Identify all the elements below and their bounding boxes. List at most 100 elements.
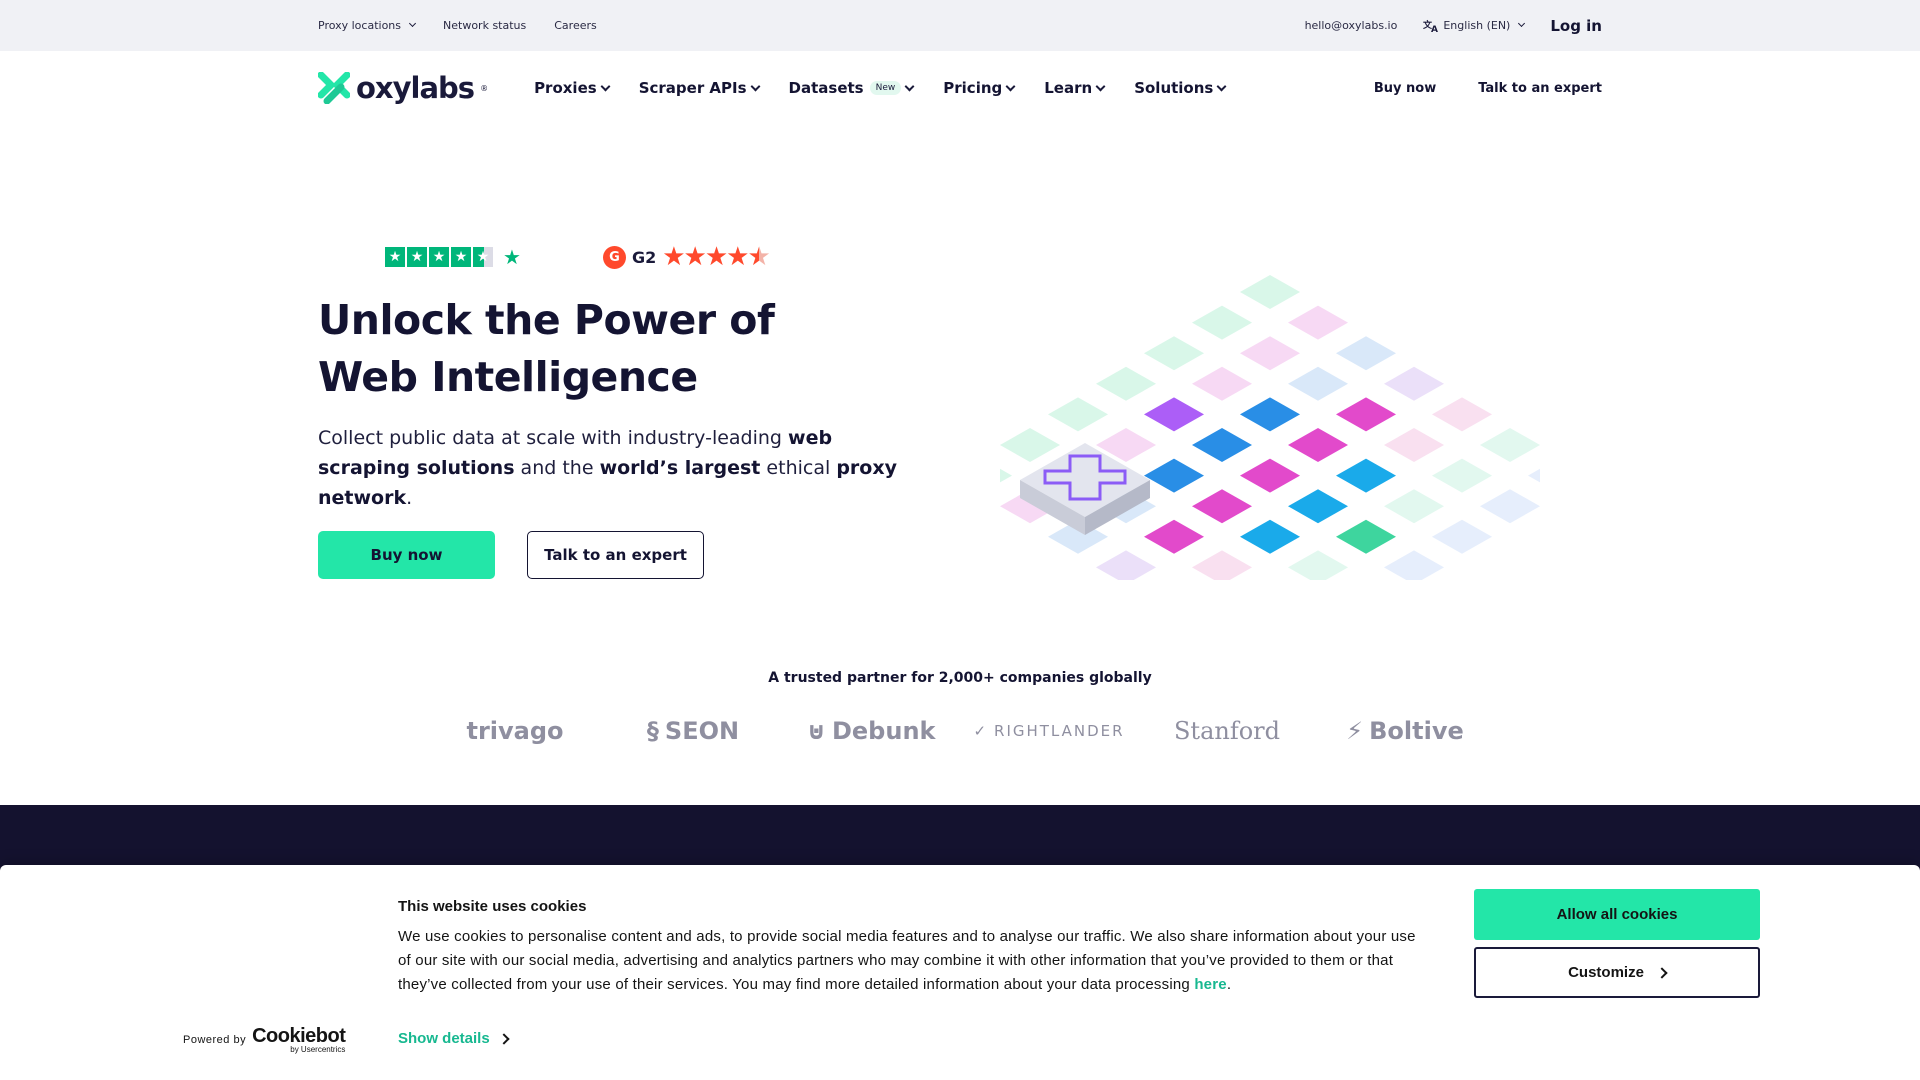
nav-pricing-label: Pricing: [943, 79, 1003, 97]
trustpilot-rating[interactable]: ★ ★ ★ ★ ★ ★: [385, 245, 521, 269]
isometric-tile: [1480, 428, 1540, 462]
isometric-tile: [1432, 519, 1492, 554]
bolt-icon: ⚡: [1346, 717, 1364, 745]
isometric-tile: [1336, 397, 1396, 432]
powered-by-cookiebot[interactable]: Powered by Cookiebot by Usercentrics: [183, 1025, 346, 1054]
isometric-tile: [1288, 428, 1348, 462]
top-utility-bar: Proxy locations Network status Careers h…: [0, 0, 1920, 51]
email-link[interactable]: hello@oxylabs.io: [1305, 19, 1398, 32]
star-icon: ★: [683, 242, 707, 272]
chevron-down-icon: [1005, 81, 1016, 91]
login-link[interactable]: Log in: [1550, 17, 1602, 35]
chevron-down-icon: [1216, 81, 1227, 91]
hero-sub-text-3: ethical: [760, 457, 837, 479]
customize-button[interactable]: Customize: [1474, 947, 1760, 998]
isometric-tile: [1192, 489, 1252, 524]
nav-proxies[interactable]: Proxies: [534, 79, 611, 97]
chevron-down-icon: [408, 19, 417, 28]
trivago-logo: trivago: [466, 717, 564, 745]
isometric-tile: [1336, 458, 1396, 493]
g2-logo-icon: G: [602, 245, 626, 269]
isometric-tile: [1144, 397, 1204, 432]
chevron-down-icon: [750, 81, 760, 91]
star-icon: ★: [385, 247, 405, 267]
cookie-body: We use cookies to personalise content an…: [398, 928, 1416, 993]
svg-text:A: A: [1431, 25, 1438, 33]
language-label: English (EN): [1443, 19, 1511, 32]
new-badge: New: [869, 81, 902, 95]
isometric-tile: [1336, 336, 1396, 371]
cookie-here-link[interactable]: here: [1194, 976, 1227, 993]
isometric-tile: [1192, 428, 1252, 462]
seon-logo: § SEON: [618, 717, 768, 745]
nav-buy-now-link[interactable]: Buy now: [1374, 81, 1436, 96]
language-selector[interactable]: 文 A English (EN): [1423, 19, 1526, 33]
hero-subtitle: Collect public data at scale with indust…: [318, 423, 908, 513]
debunk-logo: ⊍ Debunk: [796, 717, 946, 745]
isometric-tile: [1288, 305, 1348, 340]
hero-sub-bold-2: world’s largest: [599, 457, 761, 479]
rightlander-logo-text: RIGHTLANDER: [994, 722, 1125, 740]
g2-rating[interactable]: G G2 ★ ★ ★ ★ ★: [602, 242, 771, 272]
nav-pricing[interactable]: Pricing: [943, 79, 1016, 97]
chevron-right-icon: [1656, 966, 1668, 979]
isometric-tile: [1288, 550, 1348, 580]
cookie-banner: This website uses cookies We use cookies…: [0, 865, 1920, 1080]
careers-link[interactable]: Careers: [554, 19, 597, 32]
isometric-tile: [1144, 458, 1204, 493]
nav-solutions-label: Solutions: [1134, 79, 1214, 97]
isometric-tile: [1048, 397, 1108, 432]
chevron-right-icon: [498, 1032, 510, 1045]
half-star-icon: ★: [473, 247, 493, 267]
registered-mark: ®: [480, 83, 489, 93]
isometric-tile: [1240, 275, 1300, 309]
isometric-tile: [1240, 519, 1300, 554]
nav-learn[interactable]: Learn: [1044, 79, 1106, 97]
isometric-tile: [1192, 305, 1252, 340]
isometric-tile: [1240, 336, 1300, 371]
isometric-tile: [1480, 489, 1540, 524]
allow-all-cookies-button[interactable]: Allow all cookies: [1474, 889, 1760, 940]
proxy-locations-dropdown[interactable]: Proxy locations: [318, 19, 417, 32]
hero-talk-expert-button[interactable]: Talk to an expert: [527, 531, 704, 579]
client-logos: trivago § SEON ⊍ Debunk ✓ RIGHTLANDER St…: [440, 706, 1480, 756]
isometric-tile: [1288, 489, 1348, 524]
seon-mark-icon: §: [646, 717, 659, 745]
isometric-tile: [1336, 519, 1396, 554]
half-star-icon: ★: [747, 242, 771, 272]
trustpilot-logo-icon: ★: [503, 245, 521, 269]
nav-datasets-label: Datasets: [788, 79, 864, 97]
nav-learn-label: Learn: [1044, 79, 1093, 97]
isometric-tile: [1000, 428, 1060, 462]
star-icon: ★: [662, 242, 686, 272]
isometric-tile: [1432, 458, 1492, 493]
ratings-row: ★ ★ ★ ★ ★ ★ G G2 ★ ★ ★ ★ ★: [385, 242, 771, 272]
translate-icon: 文 A: [1423, 19, 1438, 33]
customize-label: Customize: [1568, 964, 1644, 981]
proxy-locations-label: Proxy locations: [318, 19, 402, 32]
show-details-link[interactable]: Show details: [398, 1030, 510, 1047]
boltive-logo: ⚡ Boltive: [1330, 717, 1480, 745]
hero-isometric-illustration: [1000, 275, 1540, 580]
oxylabs-logo[interactable]: oxylabs ®: [318, 71, 488, 105]
oxylabs-x-icon: [318, 72, 350, 104]
star-icon: ★: [726, 242, 750, 272]
isometric-tile: [1240, 458, 1300, 493]
network-status-link[interactable]: Network status: [443, 19, 526, 32]
cookie-body-text: We use cookies to personalise content an…: [398, 928, 1416, 993]
boltive-logo-text: Boltive: [1369, 717, 1464, 745]
hero-sub-text-1: Collect public data at scale with indust…: [318, 427, 789, 449]
g2-label: G2: [631, 247, 657, 267]
debunk-mark-icon: ⊍: [806, 717, 826, 745]
hero-buy-now-button[interactable]: Buy now: [318, 531, 495, 579]
chevron-down-icon: [1095, 81, 1106, 91]
nav-scraper-apis[interactable]: Scraper APIs: [639, 79, 760, 97]
isometric-tile: [1144, 519, 1204, 554]
trusted-heading: A trusted partner for 2,000+ companies g…: [768, 670, 1152, 686]
nav-talk-expert-link[interactable]: Talk to an expert: [1478, 81, 1602, 96]
star-icon: ★: [704, 242, 729, 272]
nav-datasets[interactable]: Datasets New: [788, 79, 915, 97]
star-icon: ★: [429, 247, 449, 267]
nav-solutions[interactable]: Solutions: [1134, 79, 1227, 97]
chevron-down-icon: [1518, 19, 1526, 28]
